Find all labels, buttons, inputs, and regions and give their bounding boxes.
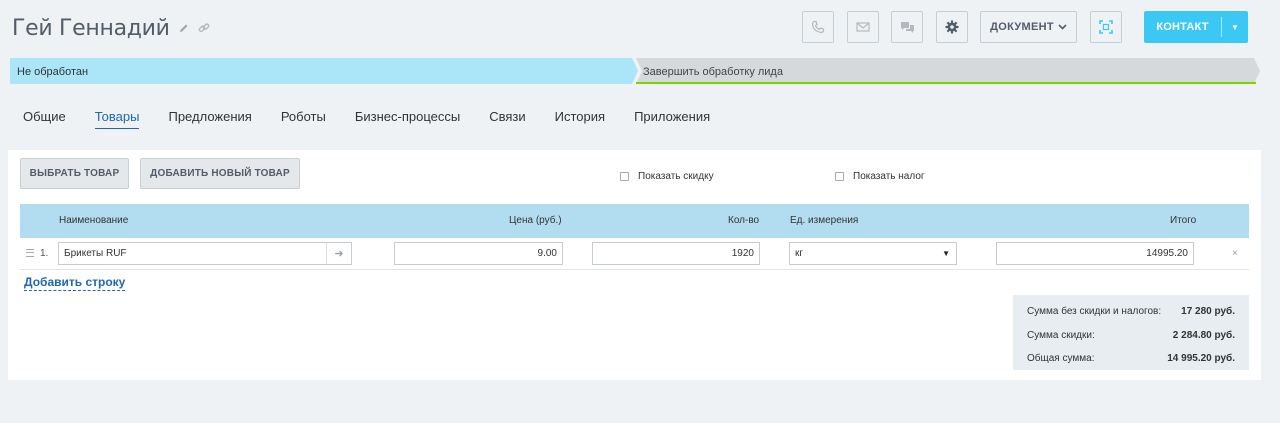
product-name-input[interactable]: Брикеты RUF ➜ — [58, 242, 352, 265]
tab-general[interactable]: Общие — [23, 109, 66, 129]
totals-row: Общая сумма: 14 995.20 руб. — [1027, 353, 1235, 365]
column-unit: Ед. измерения — [790, 215, 859, 226]
column-qty: Кол-во — [728, 215, 760, 226]
row-number: 1. — [40, 248, 49, 259]
product-name-value: Брикеты RUF — [64, 248, 127, 259]
delete-row-icon[interactable]: × — [1232, 248, 1238, 259]
column-name: Наименование — [59, 215, 129, 226]
pencil-icon[interactable] — [178, 22, 190, 34]
show-discount-checkbox[interactable]: Показать скидку — [620, 171, 714, 182]
title-row: Гей Геннадий — [12, 14, 210, 42]
show-tax-checkbox[interactable]: Показать налог — [835, 171, 925, 182]
tab-bar: Общие Товары Предложения Роботы Бизнес-п… — [23, 109, 739, 129]
stage-final[interactable]: Завершить обработку лида — [636, 58, 1260, 84]
contact-button[interactable]: КОНТАКТ ▼ — [1144, 11, 1248, 43]
chat-button[interactable] — [891, 11, 923, 43]
scan-icon — [1099, 20, 1113, 34]
unit-select[interactable]: кг ▼ — [789, 242, 957, 265]
column-total: Итого — [1170, 215, 1197, 226]
totals-label: Общая сумма: — [1027, 353, 1095, 364]
totals-value: 14 995.20 руб. — [1167, 353, 1235, 364]
caret-down-icon[interactable]: ▼ — [1222, 23, 1248, 32]
total-value: 14995.20 — [1146, 248, 1188, 259]
total-input[interactable]: 14995.20 — [996, 242, 1194, 265]
contact-button-label: КОНТАКТ — [1156, 21, 1209, 33]
call-button[interactable] — [802, 11, 834, 43]
table-header: Наименование Цена (руб.) Кол-во Ед. изме… — [20, 204, 1249, 238]
select-product-button[interactable]: ВЫБРАТЬ ТОВАР — [20, 158, 129, 189]
tab-offers[interactable]: Предложения — [168, 109, 251, 129]
document-button[interactable]: ДОКУМЕНТ — [980, 11, 1077, 43]
chevron-down-icon — [1058, 24, 1067, 30]
tab-history[interactable]: История — [555, 109, 605, 129]
arrow-right-icon[interactable]: ➜ — [326, 243, 351, 264]
stage-final-underline — [636, 82, 1256, 84]
add-row-link[interactable]: Добавить строку — [24, 275, 126, 291]
totals-label: Сумма без скидки и налогов: — [1027, 306, 1162, 317]
totals-value: 2 284.80 руб. — [1172, 330, 1235, 341]
show-tax-label: Показать налог — [853, 171, 925, 182]
quantity-input[interactable]: 1920 — [592, 242, 760, 265]
link-icon[interactable] — [198, 22, 210, 34]
tab-applications[interactable]: Приложения — [634, 109, 710, 129]
unit-value: кг — [795, 248, 804, 259]
document-button-label: ДОКУМЕНТ — [990, 21, 1054, 33]
chat-icon — [900, 21, 915, 34]
totals-row: Сумма скидки: 2 284.80 руб. — [1027, 330, 1235, 342]
column-price: Цена (руб.) — [509, 215, 562, 226]
products-panel: ВЫБРАТЬ ТОВАР ДОБАВИТЬ НОВЫЙ ТОВАР Показ… — [8, 150, 1261, 380]
drag-handle-icon[interactable] — [26, 249, 34, 257]
checkbox-box[interactable] — [835, 172, 844, 181]
settings-button[interactable] — [936, 11, 968, 43]
stage-final-label: Завершить обработку лида — [643, 66, 783, 78]
totals-row: Сумма без скидки и налогов: 17 280 руб. — [1027, 306, 1235, 318]
stage-current-label: Не обработан — [17, 66, 89, 78]
tab-business-processes[interactable]: Бизнес-процессы — [355, 109, 460, 129]
email-button[interactable] — [847, 11, 879, 43]
tab-links[interactable]: Связи — [489, 109, 525, 129]
stage-current[interactable]: Не обработан — [10, 58, 638, 84]
envelope-icon — [856, 21, 870, 33]
totals-summary: Сумма без скидки и налогов: 17 280 руб. … — [1013, 295, 1249, 370]
quantity-value: 1920 — [731, 248, 754, 259]
totals-value: 17 280 руб. — [1181, 306, 1235, 317]
phone-icon — [811, 20, 825, 34]
table-row: 1. Брикеты RUF ➜ 9.00 1920 кг ▼ 14995.20… — [20, 238, 1249, 270]
totals-label: Сумма скидки: — [1027, 330, 1095, 341]
page-title: Гей Геннадий — [12, 15, 170, 41]
price-value: 9.00 — [537, 248, 557, 259]
show-discount-label: Показать скидку — [638, 171, 714, 182]
price-input[interactable]: 9.00 — [394, 242, 563, 265]
caret-down-icon: ▼ — [942, 249, 950, 258]
tab-robots[interactable]: Роботы — [281, 109, 326, 129]
tab-products[interactable]: Товары — [94, 109, 140, 129]
checkbox-box[interactable] — [620, 172, 629, 181]
add-new-product-button[interactable]: ДОБАВИТЬ НОВЫЙ ТОВАР — [140, 158, 300, 189]
scan-button[interactable] — [1090, 11, 1122, 43]
gear-icon — [945, 20, 959, 34]
